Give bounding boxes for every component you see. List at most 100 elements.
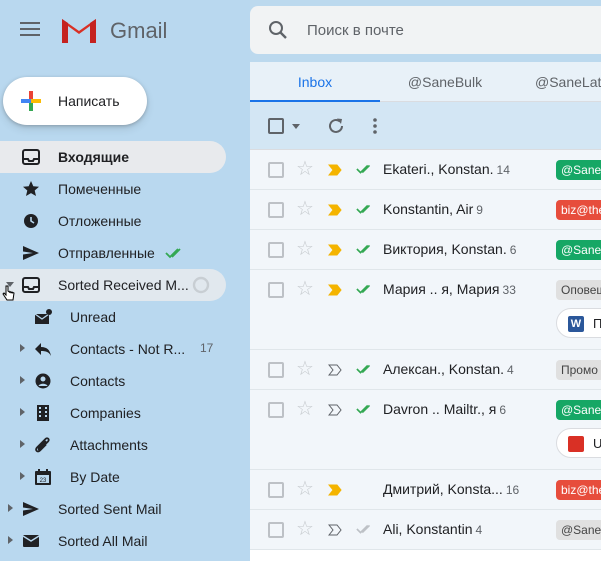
importance-marker-icon[interactable] xyxy=(328,164,342,176)
nav-item-inbox[interactable]: Входящие xyxy=(0,141,226,173)
double-check-icon xyxy=(356,244,371,254)
email-row[interactable]: ☆ Ali, Konstantin4 @SaneL xyxy=(250,510,601,550)
label-chip[interactable]: biz@the xyxy=(556,480,601,500)
nav-item-companies[interactable]: Companies xyxy=(0,397,250,429)
nav-item-sorted-sent[interactable]: Sorted Sent Mail xyxy=(0,493,250,525)
row-checkbox[interactable] xyxy=(268,362,284,378)
email-row[interactable]: ☆ Ekateri., Konstan.14 @SaneB xyxy=(250,150,601,190)
tab-sanelater[interactable]: @SaneLat xyxy=(510,62,601,102)
star-toggle-icon[interactable]: ☆ xyxy=(296,199,314,219)
nav-item-label: Помеченные xyxy=(58,181,142,197)
attachment-type-icon xyxy=(568,436,584,452)
nav-item-snoozed[interactable]: Отложенные xyxy=(0,205,250,237)
nav-item-unread[interactable]: Unread xyxy=(0,301,250,333)
nav-item-label: Unread xyxy=(70,309,116,325)
expand-arrow-icon[interactable] xyxy=(20,408,25,416)
calendar-icon: 23 xyxy=(35,469,51,485)
label-chip[interactable]: @SaneL xyxy=(556,520,601,540)
label-chip[interactable]: @SaneB xyxy=(556,160,601,180)
star-toggle-icon[interactable]: ☆ xyxy=(296,519,314,539)
sender-text: Davron .. Mailtr., я xyxy=(383,401,497,417)
expand-arrow-icon[interactable] xyxy=(20,376,25,384)
email-row[interactable]: ☆ Дмитрий, Konsta... 16 biz@the xyxy=(250,470,601,510)
nav-item-sorted-received[interactable]: Sorted Received M... xyxy=(0,269,226,301)
expand-arrow-icon[interactable] xyxy=(8,536,13,544)
importance-marker-icon[interactable] xyxy=(328,244,342,256)
tab-inbox[interactable]: Inbox xyxy=(250,62,380,102)
nav-item-contacts[interactable]: Contacts xyxy=(0,365,250,397)
star-toggle-icon[interactable]: ☆ xyxy=(296,159,314,179)
label-chip[interactable]: biz@the xyxy=(556,200,601,220)
search-input[interactable]: Поиск в почте xyxy=(307,22,404,39)
main-menu-icon[interactable] xyxy=(20,22,40,38)
double-check-icon xyxy=(356,524,371,534)
label-chip[interactable]: @SaneB xyxy=(556,400,601,420)
email-row[interactable]: ☆ Виктория, Konstan.6 @SaneB xyxy=(250,230,601,270)
double-check-icon xyxy=(356,204,371,214)
email-row[interactable]: ☆ Davron .. Mailtr., я6 @SaneB U xyxy=(250,390,601,470)
star-toggle-icon[interactable]: ☆ xyxy=(296,479,314,499)
row-checkbox[interactable] xyxy=(268,242,284,258)
star-toggle-icon[interactable]: ☆ xyxy=(296,239,314,259)
double-check-icon xyxy=(356,164,371,174)
compose-button[interactable]: Написать xyxy=(3,77,147,125)
row-checkbox[interactable] xyxy=(268,202,284,218)
label-chip[interactable]: @SaneB xyxy=(556,240,601,260)
mail-icon xyxy=(22,535,40,547)
row-checkbox[interactable] xyxy=(268,522,284,538)
more-options-icon[interactable] xyxy=(373,117,377,135)
row-checkbox[interactable] xyxy=(268,282,284,298)
building-icon xyxy=(37,405,49,421)
importance-marker-icon[interactable] xyxy=(328,364,342,376)
thread-count: 4 xyxy=(475,523,483,537)
reply-icon xyxy=(35,343,51,356)
nav-item-by-date[interactable]: 23 By Date xyxy=(0,461,250,493)
importance-marker-icon[interactable] xyxy=(328,204,342,216)
email-row[interactable]: ☆ Konstantin, Air 9 biz@the xyxy=(250,190,601,230)
sender-names: Мария .. я, Мария 33 xyxy=(383,281,516,297)
row-checkbox[interactable] xyxy=(268,482,284,498)
expand-arrow-icon[interactable] xyxy=(8,504,13,512)
email-row[interactable]: ☆ Алексан., Konstan. 4 Промо xyxy=(250,350,601,390)
importance-marker-icon[interactable] xyxy=(328,484,342,496)
select-all-checkbox[interactable] xyxy=(268,118,284,134)
sender-names: Виктория, Konstan. 6 xyxy=(383,241,516,257)
nav-item-label: Attachments xyxy=(70,437,148,453)
attachment-chip[interactable]: WП xyxy=(556,308,601,338)
label-chip[interactable]: Оповещ xyxy=(556,280,601,300)
gmail-logo-text[interactable]: Gmail xyxy=(110,18,167,44)
search-icon[interactable] xyxy=(268,20,288,40)
importance-marker-icon[interactable] xyxy=(328,284,342,296)
attachment-chip[interactable]: U xyxy=(556,428,601,458)
importance-marker-icon[interactable] xyxy=(328,524,342,536)
row-checkbox[interactable] xyxy=(268,402,284,418)
thread-count: 4 xyxy=(507,363,514,377)
label-chip[interactable]: Промо xyxy=(556,360,601,380)
star-toggle-icon[interactable]: ☆ xyxy=(296,279,314,299)
expand-arrow-icon[interactable] xyxy=(20,440,25,448)
importance-marker-icon[interactable] xyxy=(328,404,342,416)
nav-item-attachments[interactable]: Attachments xyxy=(0,429,250,461)
email-row[interactable]: ☆ Мария .. я, Мария33 Оповещ WП xyxy=(250,270,601,350)
nav-item-contacts-not-replied[interactable]: Contacts - Not R... 17 xyxy=(0,333,250,365)
attachment-name: U xyxy=(593,436,601,451)
nav-item-sent[interactable]: Отправленные xyxy=(0,237,250,269)
sender-names: Ekateri., Konstan. 14 xyxy=(383,161,510,177)
attachment-name: П xyxy=(593,316,601,331)
inbox-icon xyxy=(22,277,40,293)
star-toggle-icon[interactable]: ☆ xyxy=(296,399,314,419)
nav-item-starred[interactable]: Помеченные xyxy=(0,173,250,205)
star-toggle-icon[interactable]: ☆ xyxy=(296,359,314,379)
search-bar[interactable]: Поиск в почте xyxy=(250,6,601,54)
sender-names: Алексан., Konstan. 4 xyxy=(383,361,514,377)
nav-item-sorted-all[interactable]: Sorted All Mail xyxy=(0,525,250,557)
row-checkbox[interactable] xyxy=(268,162,284,178)
attachment-type-icon: W xyxy=(568,316,584,332)
refresh-icon[interactable] xyxy=(327,117,345,135)
expand-arrow-icon[interactable] xyxy=(20,344,25,352)
select-dropdown-icon[interactable] xyxy=(292,124,300,129)
tab-sanebulk[interactable]: @SaneBulk xyxy=(380,62,510,102)
expand-arrow-icon[interactable] xyxy=(20,472,25,480)
thread-count: 6 xyxy=(509,243,517,257)
gmail-logo-icon[interactable] xyxy=(60,15,98,45)
